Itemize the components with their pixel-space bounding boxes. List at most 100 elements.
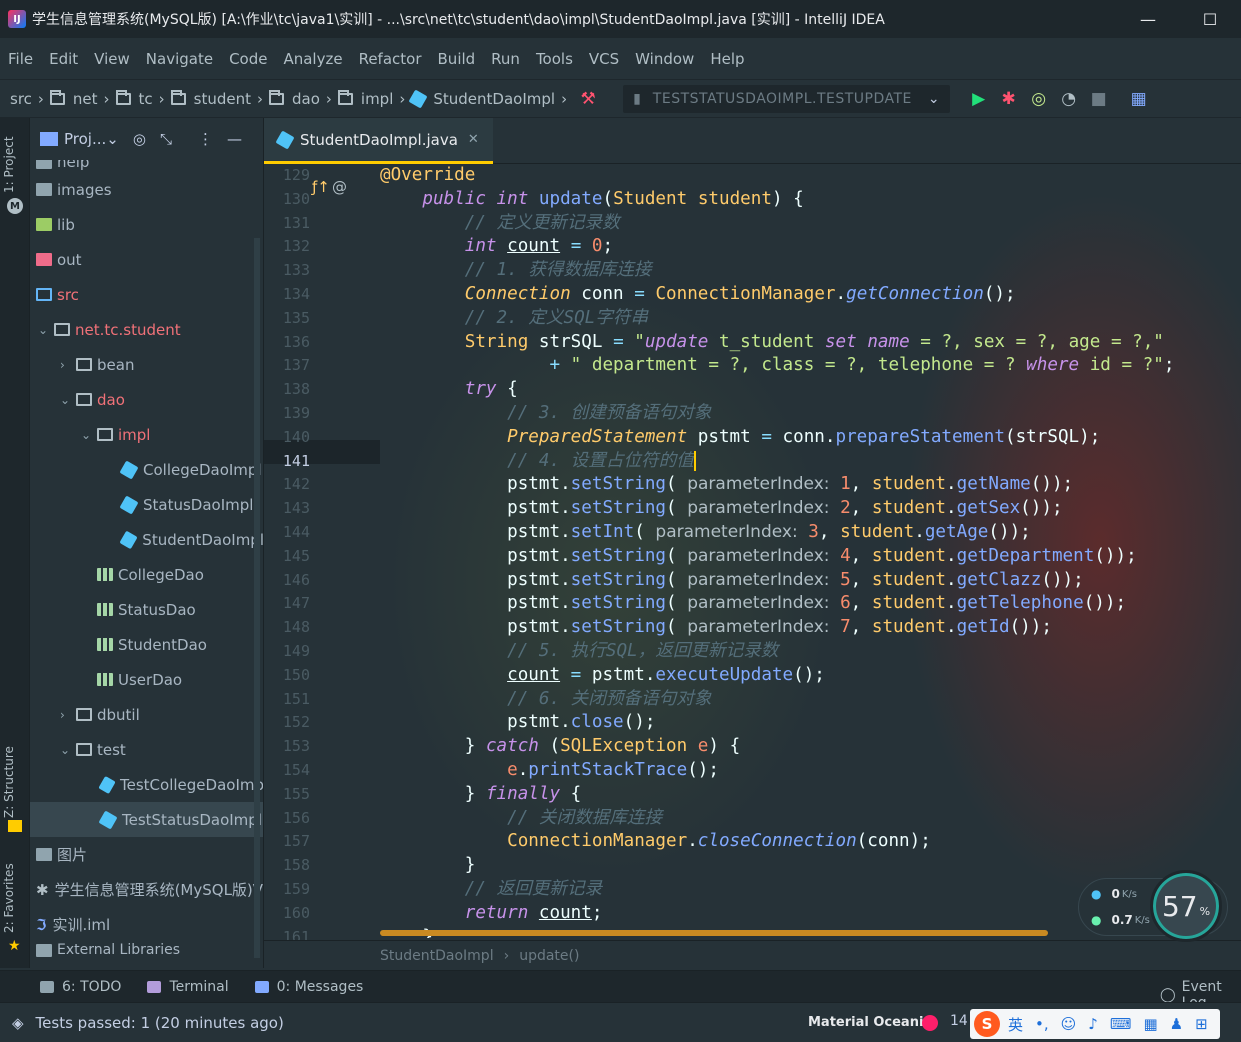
profile-icon[interactable]: ◔: [1054, 84, 1084, 114]
tree-node[interactable]: images: [30, 172, 263, 207]
menu-edit[interactable]: Edit: [49, 50, 78, 68]
code-line: pstmt.setString( parameterIndex: 2, stud…: [380, 498, 1063, 519]
tree-node[interactable]: CollegeDao: [30, 557, 263, 592]
messages-tool-button[interactable]: 0: Messages: [254, 979, 363, 995]
keyboard-icon[interactable]: ⌨: [1110, 1015, 1132, 1033]
menu-vcs[interactable]: VCS: [589, 50, 619, 68]
menu-build[interactable]: Build: [438, 50, 476, 68]
more-options-icon[interactable]: ⋮: [198, 130, 213, 148]
breadcrumb-net[interactable]: net ›: [49, 89, 110, 108]
tree-node[interactable]: StatusDao: [30, 592, 263, 627]
layers-icon[interactable]: ◈: [12, 1014, 24, 1032]
tree-node[interactable]: ⌄ impl: [30, 417, 263, 452]
close-icon[interactable]: ✕: [468, 132, 479, 147]
todo-icon: [40, 980, 54, 993]
chevron-down-icon[interactable]: ⌄: [38, 323, 54, 337]
tree-node-label: 实训.iml: [52, 916, 111, 934]
punctuation-icon[interactable]: •,: [1035, 1015, 1049, 1033]
tree-node[interactable]: ℑ 实训.iml: [30, 907, 263, 942]
code-content[interactable]: @Override public int update(Student stud…: [380, 164, 1241, 938]
locate-icon[interactable]: ◎: [133, 130, 146, 148]
tree-node[interactable]: TestCollegeDaoImp: [30, 767, 263, 802]
ime-language-toggle[interactable]: 英: [1008, 1014, 1023, 1035]
implements-icon[interactable]: ƒ↑: [312, 178, 330, 196]
terminal-tool-button[interactable]: Terminal: [147, 979, 229, 995]
breadcrumb-studentdaoimpl[interactable]: StudentDaoImpl ›: [408, 88, 567, 109]
tree-node[interactable]: StudentDaoImpl: [30, 522, 263, 557]
editor-horizontal-scrollbar[interactable]: [380, 930, 1048, 936]
tree-node[interactable]: StudentDao: [30, 627, 263, 662]
menu-analyze[interactable]: Analyze: [283, 50, 342, 68]
tree-node[interactable]: ⌄ test: [30, 732, 263, 767]
menu-file[interactable]: File: [8, 50, 33, 68]
tree-node[interactable]: CollegeDaoImpl: [30, 452, 263, 487]
minimize-button[interactable]: —: [1117, 0, 1179, 38]
chevron-down-icon[interactable]: ⌄: [106, 130, 119, 148]
menu-refactor[interactable]: Refactor: [359, 50, 422, 68]
code-line: }: [380, 855, 476, 876]
gauge-value: 57: [1161, 889, 1198, 923]
tree-node[interactable]: lib: [30, 207, 263, 242]
breadcrumb-dao[interactable]: dao ›: [269, 89, 332, 108]
tab-project[interactable]: 1: Project: [2, 136, 16, 193]
menu-tools[interactable]: Tools: [536, 50, 573, 68]
cursor-position[interactable]: 14: [950, 1013, 968, 1029]
tree-node[interactable]: External Libraries: [30, 942, 263, 958]
maximize-button[interactable]: ☐: [1179, 0, 1241, 38]
collapse-icon[interactable]: ⤡: [160, 130, 172, 148]
microphone-icon[interactable]: ♪: [1088, 1015, 1098, 1033]
stop-icon[interactable]: ■: [1084, 84, 1114, 114]
hide-icon[interactable]: —: [227, 130, 242, 148]
hammer-icon[interactable]: ⚒: [573, 84, 603, 114]
menu-code[interactable]: Code: [229, 50, 267, 68]
toolbox-icon[interactable]: ▦: [1144, 1015, 1158, 1033]
tree-node-selected[interactable]: TestStatusDaoImpl: [30, 802, 263, 837]
menu-help[interactable]: Help: [710, 50, 744, 68]
tree-node[interactable]: 图片: [30, 837, 263, 872]
theme-name[interactable]: Material Oceanic: [808, 1015, 931, 1030]
menu-run[interactable]: Run: [491, 50, 520, 68]
project-scrollbar[interactable]: [254, 238, 260, 958]
menu-view[interactable]: View: [94, 50, 130, 68]
breadcrumb-class[interactable]: StudentDaoImpl: [380, 948, 494, 964]
menu-window[interactable]: Window: [635, 50, 694, 68]
tree-node[interactable]: ✱ 学生信息管理系统(MySQL版)V: [30, 872, 263, 907]
chevron-down-icon[interactable]: ⌄: [81, 428, 97, 442]
coverage-icon[interactable]: ◎: [1024, 84, 1054, 114]
tab-structure[interactable]: Z: Structure: [2, 746, 16, 818]
run-configuration-select[interactable]: ▮ TESTSTATUSDAOIMPL.TESTUPDATE ⌄: [623, 84, 950, 113]
chevron-right-icon[interactable]: ›: [60, 358, 76, 372]
project-panel-title[interactable]: Proj...: [64, 130, 106, 148]
breadcrumb-impl[interactable]: impl ›: [337, 89, 405, 108]
tree-node[interactable]: src: [30, 277, 263, 312]
tab-favorites[interactable]: 2: Favorites: [2, 863, 16, 933]
tree-node[interactable]: StatusDaoImpl: [30, 487, 263, 522]
line-number: 129: [282, 166, 310, 184]
tree-node[interactable]: › dbutil: [30, 697, 263, 732]
code-editor[interactable]: @Override public int update(Student stud…: [380, 164, 1241, 938]
emoji-icon[interactable]: ☺: [1061, 1015, 1077, 1033]
tree-node[interactable]: ⌄ dao: [30, 382, 263, 417]
tree-node[interactable]: UserDao: [30, 662, 263, 697]
chevron-right-icon[interactable]: ›: [60, 708, 76, 722]
menu-navigate[interactable]: Navigate: [146, 50, 213, 68]
tab-studentdaoimpl[interactable]: StudentDaoImpl.java ✕: [264, 118, 493, 164]
grid-menu-icon[interactable]: ⊞: [1195, 1015, 1208, 1033]
tree-node[interactable]: ⌄ net.tc.student: [30, 312, 263, 347]
status-message[interactable]: Tests passed: 1 (20 minutes ago): [36, 1014, 284, 1032]
breadcrumb-src[interactable]: src ›: [10, 90, 44, 108]
tree-node[interactable]: out: [30, 242, 263, 277]
run-icon[interactable]: ▶: [964, 84, 994, 114]
breadcrumb-student[interactable]: student ›: [170, 89, 263, 108]
skin-icon[interactable]: ♟: [1170, 1015, 1183, 1033]
chevron-down-icon[interactable]: ⌄: [60, 743, 76, 757]
memory-gauge[interactable]: 57%: [1150, 870, 1222, 942]
project-structure-icon[interactable]: ▦: [1124, 84, 1154, 114]
todo-tool-button[interactable]: 6: TODO: [40, 979, 121, 995]
maven-icon[interactable]: M: [7, 198, 23, 214]
debug-icon[interactable]: ✱: [994, 84, 1024, 114]
chevron-down-icon[interactable]: ⌄: [60, 393, 76, 407]
breadcrumb-method[interactable]: update(): [519, 948, 579, 964]
breadcrumb-tc[interactable]: tc ›: [115, 89, 165, 108]
tree-node[interactable]: › bean: [30, 347, 263, 382]
